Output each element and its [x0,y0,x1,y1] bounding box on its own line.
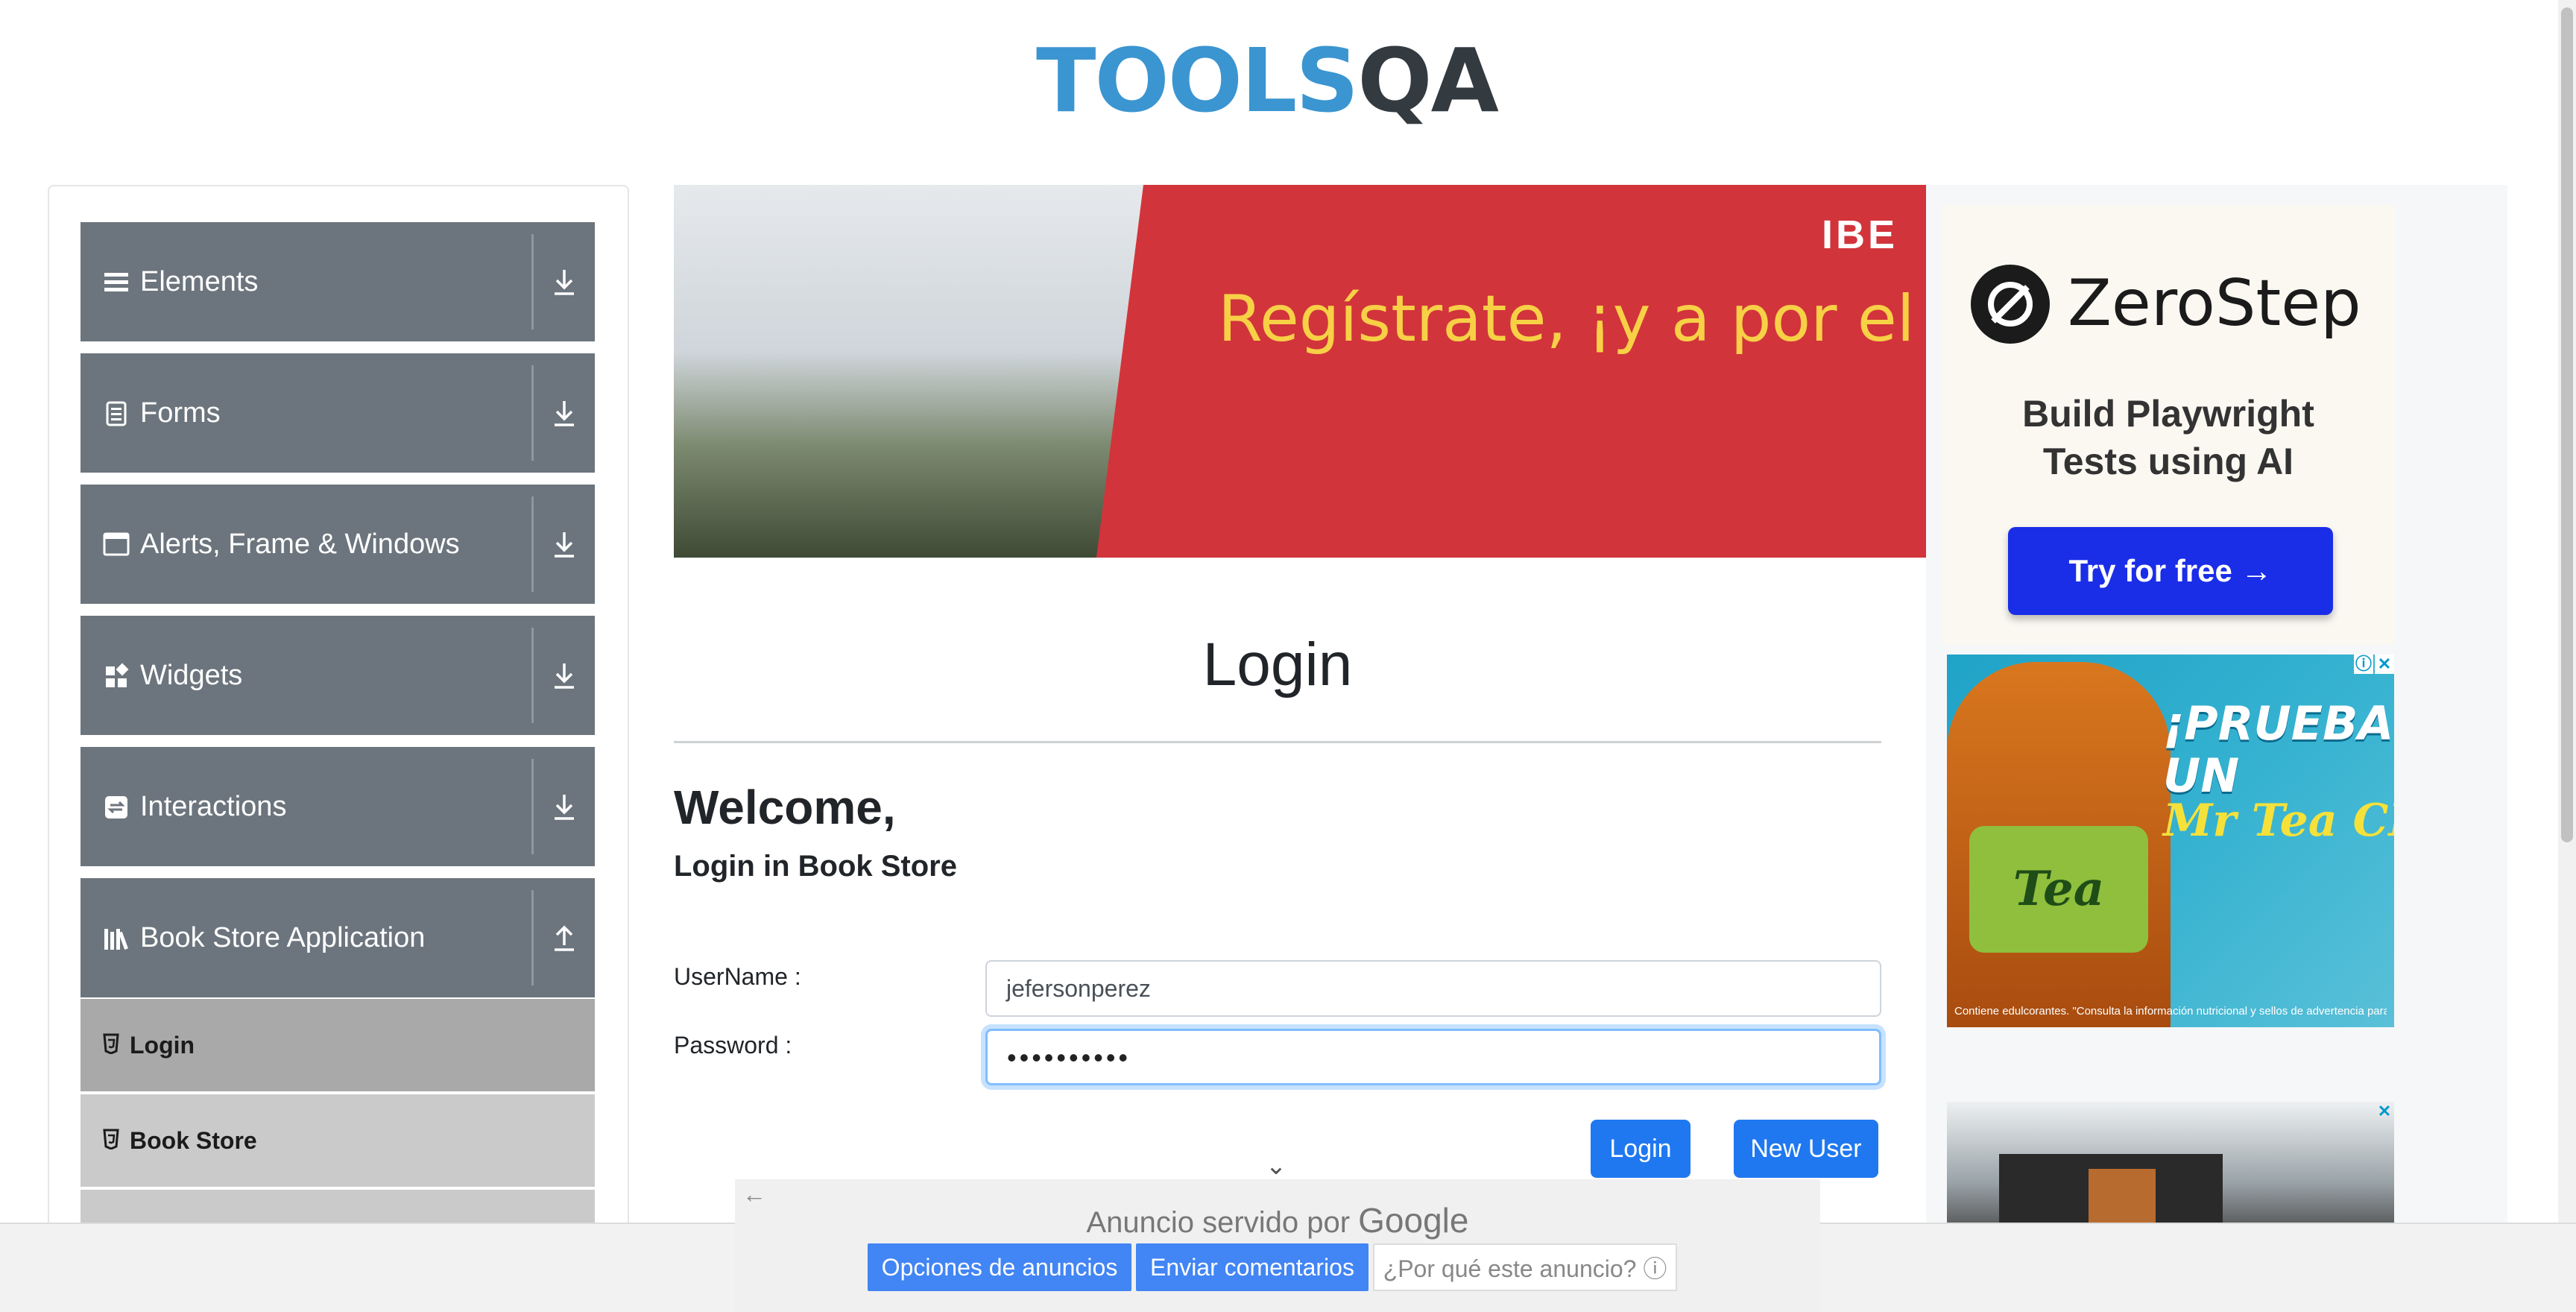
ad-close-icon[interactable]: ✕ [2375,1102,2394,1121]
sidebar-group-widgets[interactable]: Widgets [80,616,595,735]
tea-bottle-label: Tea [1969,826,2148,953]
zerostep-ad[interactable]: ZeroStep Build Playwright Tests using AI… [1941,205,2396,645]
left-sidebar: Elements Forms Alerts, Frame & Windows W… [48,185,629,1229]
try-for-free-button[interactable]: Try for free → [2008,527,2333,615]
widgets-icon [106,663,129,687]
send-feedback-button[interactable]: Enviar comentarios [1136,1243,1368,1291]
zerostep-logo-icon [1971,265,2050,344]
zerostep-name: ZeroStep [2068,266,2361,341]
ad-served-by-text: Anuncio servido por [1086,1206,1351,1239]
download-icon[interactable] [534,616,595,735]
new-user-button[interactable]: New User [1734,1120,1878,1178]
logo-tools-text: TOOLS [1036,29,1359,132]
menu-icon [104,273,128,291]
sidebar-group-label: Interactions [140,791,287,822]
banner-brand-text: IBE [1822,212,1898,257]
sidebar-group-label: Book Store Application [140,922,426,953]
banner-ad[interactable]: IBE Regístrate, ¡y a por el 20! [674,185,1926,558]
download-icon[interactable] [534,485,595,604]
download-icon[interactable] [534,222,595,341]
ad-info-icon[interactable]: ⓘ [2354,655,2373,674]
download-icon[interactable] [534,747,595,866]
toolsqa-logo[interactable]: TOOLSQA [1036,21,1521,140]
login-subheading: Login in Book Store [674,850,957,883]
books-icon [104,929,128,950]
upload-icon[interactable] [534,878,595,997]
logo-qa-text: QA [1357,29,1499,132]
tea-headline: ¡PRUEBA UN [2163,696,2394,803]
chevron-down-icon[interactable]: ⌄ [1260,1151,1292,1181]
tea-brand: Mr Tea CERO [2163,795,2394,847]
mr-tea-ad[interactable]: Tea ¡PRUEBA UN Mr Tea CERO Contiene edul… [1947,655,2394,1027]
ad-served-by: Anuncio servido por Google [735,1200,1820,1240]
download-icon[interactable] [534,353,595,473]
password-input[interactable]: •••••••••• [985,1029,1881,1085]
html5-icon [103,1129,119,1149]
banner-photo [674,185,1143,558]
sidebar-group-label: Forms [140,397,221,429]
anchor-ad: ← Anuncio servido por Google Opciones de… [735,1179,1820,1312]
interactions-icon [105,796,127,819]
sidebar-group-interactions[interactable]: Interactions [80,747,595,866]
sidebar-group-label: Widgets [140,660,243,691]
sidebar-group-alerts-frame-windows[interactable]: Alerts, Frame & Windows [80,485,595,604]
password-label: Password : [674,1032,792,1059]
sidebar-group-book-store-application[interactable]: Book Store Application [80,878,595,997]
sidebar-item-book-store[interactable]: Book Store [80,1094,595,1187]
sidebar-item-login[interactable]: Login [80,999,595,1091]
html5-icon [103,1033,119,1054]
sidebar-item-label: Login [130,1032,195,1059]
username-label: UserName : [674,963,801,990]
sidebar-group-elements[interactable]: Elements [80,222,595,341]
username-input[interactable]: jefersonperez [985,960,1881,1017]
title-divider [674,741,1881,743]
sidebar-group-label: Alerts, Frame & Windows [140,529,460,560]
welcome-heading: Welcome, [674,780,896,834]
sidebar-item-label: Book Store [130,1127,257,1154]
scrollbar-thumb[interactable] [2561,7,2573,842]
login-button[interactable]: Login [1591,1120,1690,1178]
sidebar-group-forms[interactable]: Forms [80,353,595,473]
zerostep-tagline-line2: Tests using AI [2042,441,2294,482]
why-this-ad-button[interactable]: ¿Por qué este anuncio? ⓘ [1373,1243,1677,1291]
ad-options-button[interactable]: Opciones de anuncios [868,1243,1131,1291]
sidebar-group-label: Elements [140,266,259,297]
tea-fine-print: Contiene edulcorantes. "Consulta la info… [1954,1005,2387,1018]
page-title: Login [1202,631,1353,698]
zerostep-tagline-line1: Build Playwright [2022,393,2314,435]
logo-text: TOOLSQA [1036,21,1521,140]
window-icon [103,532,130,556]
ad-close-icon[interactable]: ✕ [2375,655,2394,674]
document-icon [106,401,127,426]
house-ad[interactable]: ✕ [1947,1102,2394,1236]
banner-headline: Regístrate, ¡y a por el 20! [1218,282,1926,356]
google-wordmark: Google [1358,1201,1469,1240]
zerostep-tagline: Build Playwright Tests using AI [1941,390,2396,485]
